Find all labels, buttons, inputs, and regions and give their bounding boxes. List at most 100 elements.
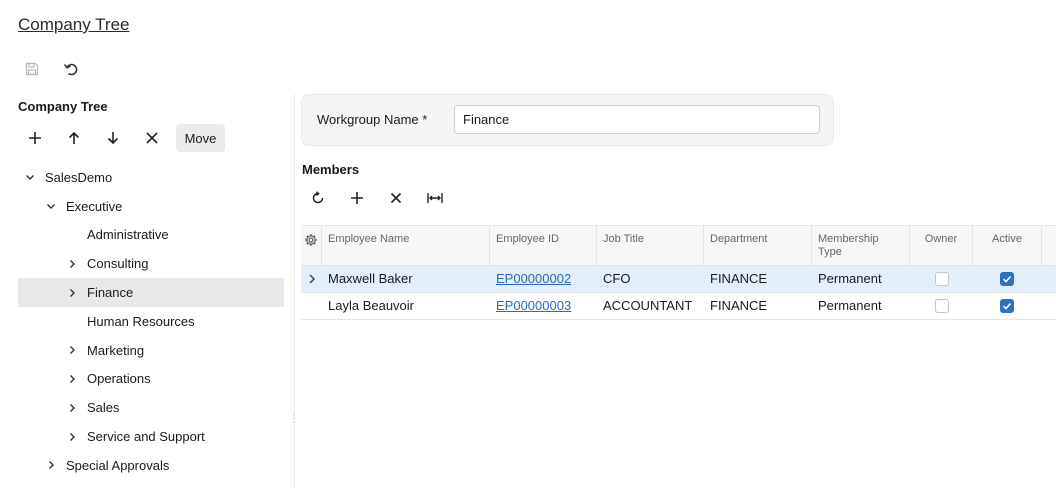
- col-owner[interactable]: Owner: [910, 226, 973, 266]
- page-title[interactable]: Company Tree: [18, 15, 130, 35]
- close-icon: [390, 192, 402, 204]
- col-active[interactable]: Active: [973, 226, 1042, 266]
- chevron-down-icon[interactable]: [24, 171, 36, 183]
- grid-body: Maxwell Baker EP00000002 CFO FINANCE Permane…: [301, 266, 1056, 320]
- save-icon: [25, 62, 39, 76]
- active-checkbox[interactable]: [1000, 272, 1014, 286]
- tree-node-label: Administrative: [87, 227, 169, 243]
- tree-add-button[interactable]: [23, 126, 47, 150]
- move-button[interactable]: Move: [176, 124, 225, 152]
- tree-node-label: Sales: [87, 400, 120, 416]
- cell-membership-type[interactable]: Permanent: [812, 293, 910, 319]
- chevron-right-icon[interactable]: [45, 459, 57, 471]
- tree-node[interactable]: Finance: [18, 278, 284, 307]
- tree-node-label: Executive: [66, 198, 123, 214]
- cell-employee-name-text: Maxwell Baker: [328, 271, 413, 286]
- tree-node-label: Special Approvals: [66, 457, 170, 473]
- table-row[interactable]: Layla Beauvoir EP00000003 ACCOUNTANT FINANC…: [301, 293, 1056, 320]
- cell-department-text: FINANCE: [710, 298, 768, 313]
- tree-node-label: Human Resources: [87, 313, 195, 329]
- cell-job-title[interactable]: ACCOUNTANT: [597, 293, 704, 319]
- members-refresh-button[interactable]: [306, 186, 330, 210]
- chevron-right-icon[interactable]: [66, 373, 78, 385]
- fit-width-icon: [427, 193, 443, 203]
- arrow-up-icon: [68, 131, 80, 144]
- tree-node-label: SalesDemo: [45, 169, 113, 185]
- cell-employee-id: EP00000002: [490, 266, 597, 292]
- company-tree: SalesDemo Executive Administrative Consulti…: [18, 163, 284, 480]
- row-selector[interactable]: [301, 266, 322, 292]
- save-button[interactable]: [20, 57, 44, 81]
- owner-checkbox[interactable]: [935, 272, 949, 286]
- tree-node-label: Consulting: [87, 256, 149, 272]
- panel-splitter[interactable]: [294, 94, 295, 488]
- tree-node-label: Marketing: [87, 342, 145, 358]
- col-job-title[interactable]: Job Title: [597, 226, 704, 266]
- row-selector[interactable]: [301, 293, 322, 319]
- tree-node-label: Operations: [87, 371, 151, 387]
- members-add-button[interactable]: [345, 186, 369, 210]
- employee-id-link[interactable]: EP00000003: [496, 298, 571, 313]
- tree-move-up-button[interactable]: [62, 126, 86, 150]
- chevron-right-icon[interactable]: [66, 287, 78, 299]
- cell-membership-type[interactable]: Permanent: [812, 266, 910, 292]
- plus-icon: [351, 192, 363, 204]
- cell-job-title-text: CFO: [603, 271, 631, 286]
- tree-node[interactable]: Special Approvals: [18, 451, 284, 480]
- chevron-right-icon[interactable]: [66, 258, 78, 270]
- cell-employee-name-text: Layla Beauvoir: [328, 298, 414, 313]
- close-icon: [146, 132, 158, 144]
- owner-checkbox[interactable]: [935, 299, 949, 313]
- cell-job-title-text: ACCOUNTANT: [603, 298, 693, 313]
- col-employee-name[interactable]: Employee Name: [322, 226, 490, 266]
- undo-icon: [63, 63, 78, 76]
- tree-node[interactable]: Executive: [18, 192, 284, 221]
- cell-membership-type-text: Permanent: [818, 271, 882, 286]
- cell-department[interactable]: FINANCE: [704, 266, 812, 292]
- members-delete-button[interactable]: [384, 186, 408, 210]
- active-checkbox[interactable]: [1000, 299, 1014, 313]
- tree-node[interactable]: Human Resources: [18, 307, 284, 336]
- tree-node[interactable]: SalesDemo: [18, 163, 284, 192]
- col-employee-id[interactable]: Employee ID: [490, 226, 597, 266]
- workgroup-form: Workgroup Name *: [301, 94, 834, 146]
- members-fit-width-button[interactable]: [423, 186, 447, 210]
- tree-node[interactable]: Operations: [18, 365, 284, 394]
- tree-node[interactable]: Marketing: [18, 336, 284, 365]
- col-department[interactable]: Department: [704, 226, 812, 266]
- grid-settings-button[interactable]: [301, 226, 322, 266]
- cell-job-title[interactable]: CFO: [597, 266, 704, 292]
- cell-employee-name[interactable]: Layla Beauvoir: [322, 293, 490, 319]
- employee-id-link[interactable]: EP00000002: [496, 271, 571, 286]
- tree-move-down-button[interactable]: [101, 126, 125, 150]
- tree-node-label: Finance: [87, 285, 134, 301]
- undo-button[interactable]: [59, 57, 83, 81]
- chevron-right-icon: [309, 274, 316, 284]
- gear-icon: [305, 234, 317, 246]
- tree-delete-button[interactable]: [140, 126, 164, 150]
- members-title: Members: [302, 162, 360, 177]
- col-membership-type[interactable]: Membership Type: [812, 226, 910, 266]
- grid-header: Employee Name Employee ID Job Title Depa…: [301, 225, 1056, 266]
- tree-node[interactable]: Sales: [18, 393, 284, 422]
- plus-icon: [29, 132, 41, 144]
- tree-node[interactable]: Administrative: [18, 221, 284, 250]
- refresh-icon: [312, 191, 324, 204]
- workgroup-name-input[interactable]: [454, 105, 820, 134]
- tree-node[interactable]: Consulting: [18, 249, 284, 278]
- table-row[interactable]: Maxwell Baker EP00000002 CFO FINANCE Permane…: [301, 266, 1056, 293]
- cell-employee-id: EP00000003: [490, 293, 597, 319]
- checkmark-icon: [1002, 275, 1012, 283]
- cell-membership-type-text: Permanent: [818, 298, 882, 313]
- chevron-right-icon[interactable]: [66, 344, 78, 356]
- chevron-down-icon[interactable]: [45, 200, 57, 212]
- workgroup-name-label: Workgroup Name *: [317, 112, 428, 127]
- chevron-right-icon[interactable]: [66, 402, 78, 414]
- cell-department[interactable]: FINANCE: [704, 293, 812, 319]
- cell-employee-name[interactable]: Maxwell Baker: [322, 266, 490, 292]
- chevron-right-icon[interactable]: [66, 431, 78, 443]
- tree-node[interactable]: Service and Support: [18, 422, 284, 451]
- arrow-down-icon: [107, 132, 119, 145]
- splitter-grip[interactable]: · · ·: [292, 410, 295, 427]
- tree-node-label: Service and Support: [87, 429, 205, 445]
